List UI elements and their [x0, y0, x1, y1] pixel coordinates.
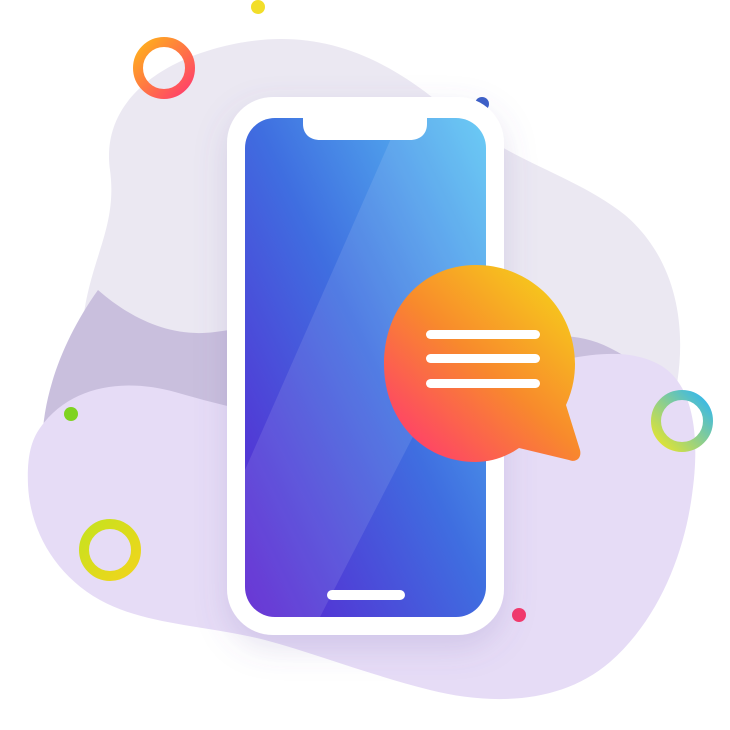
green-dot — [64, 407, 78, 421]
chat-line-1 — [426, 330, 540, 339]
pink-dot — [512, 608, 526, 622]
phone-chat-illustration — [0, 0, 730, 730]
phone-notch — [303, 118, 427, 140]
illustration-canvas — [27, 0, 713, 700]
yellow-dot — [251, 0, 265, 14]
chat-line-3 — [426, 379, 540, 388]
home-indicator — [327, 590, 405, 600]
chat-line-2 — [426, 354, 540, 363]
